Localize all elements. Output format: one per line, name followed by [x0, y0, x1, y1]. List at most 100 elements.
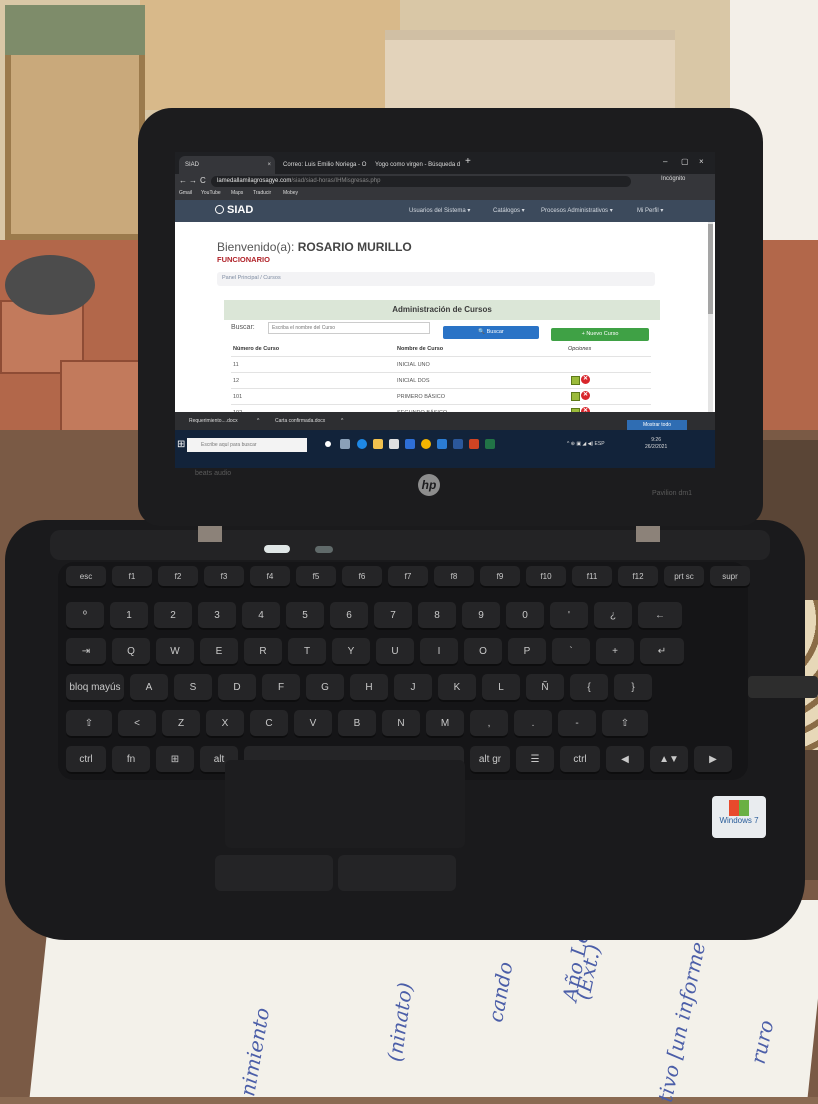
menu-usuarios[interactable]: Usuarios del Sistema ▾	[409, 207, 470, 214]
word-icon[interactable]	[453, 439, 463, 449]
keyboard-key[interactable]: f2	[158, 566, 198, 588]
keyboard-key[interactable]: {	[570, 674, 608, 702]
keyboard-key[interactable]: 1	[110, 602, 148, 630]
keyboard-key[interactable]: esc	[66, 566, 106, 588]
keyboard-key[interactable]: V	[294, 710, 332, 738]
keyboard-key[interactable]: f7	[388, 566, 428, 588]
file-explorer-icon[interactable]	[373, 439, 383, 449]
keyboard-key[interactable]: f3	[204, 566, 244, 588]
power-button[interactable]	[264, 545, 290, 553]
keyboard-key[interactable]: .	[514, 710, 552, 738]
keyboard-key[interactable]: X	[206, 710, 244, 738]
edit-icon[interactable]	[571, 376, 580, 385]
keyboard-key[interactable]: ▲▼	[650, 746, 688, 774]
keyboard-key[interactable]: ◀	[606, 746, 644, 774]
show-all-button[interactable]: Mostrar todo	[627, 420, 687, 430]
reload-icon[interactable]: C	[200, 176, 206, 185]
keyboard-key[interactable]: N	[382, 710, 420, 738]
cortana-icon[interactable]	[325, 441, 331, 447]
download-item[interactable]: Requerimiento....docx	[189, 415, 238, 427]
powerpoint-icon[interactable]	[469, 439, 479, 449]
keyboard-key[interactable]: B	[338, 710, 376, 738]
keyboard-key[interactable]: f9	[480, 566, 520, 588]
keyboard-key[interactable]: ctrl	[66, 746, 106, 774]
keyboard-key[interactable]: ,	[470, 710, 508, 738]
tab-close-icon[interactable]: ×	[267, 156, 271, 174]
keyboard-key[interactable]: G	[306, 674, 344, 702]
scrollbar-thumb[interactable]	[708, 224, 713, 314]
keyboard-key[interactable]: ctrl	[560, 746, 600, 774]
bookmark-gmail[interactable]: Gmail	[179, 190, 192, 196]
menu-mi-perfil[interactable]: Mi Perfil ▾	[637, 207, 663, 214]
keyboard-key[interactable]: ⇧	[66, 710, 112, 738]
keyboard-key[interactable]: +	[596, 638, 634, 666]
edge-icon[interactable]	[357, 439, 367, 449]
url-bar[interactable]: lamedallamilagrosagye.com/siad/siad-hora…	[211, 176, 631, 187]
keyboard-key[interactable]: ☰	[516, 746, 554, 774]
download-caret-icon[interactable]: ^	[341, 415, 343, 427]
bookmark-mobey[interactable]: Mobey	[283, 190, 298, 196]
delete-icon[interactable]: ✕	[581, 391, 590, 400]
keyboard-key[interactable]: J	[394, 674, 432, 702]
excel-icon[interactable]	[485, 439, 495, 449]
system-tray[interactable]: ^ ⊕ ▣ ◢ ◀) ESP	[567, 441, 605, 447]
back-arrow-icon[interactable]: ←	[179, 176, 187, 185]
keyboard-key[interactable]: L	[482, 674, 520, 702]
keyboard-key[interactable]: D	[218, 674, 256, 702]
browser-tab[interactable]: SIAD ×	[179, 156, 275, 174]
start-button-icon[interactable]: ⊞	[177, 439, 185, 450]
keyboard-key[interactable]: fn	[112, 746, 150, 774]
download-caret-icon[interactable]: ^	[257, 415, 259, 427]
keyboard-key[interactable]: Q	[112, 638, 150, 666]
keyboard-key[interactable]: 3	[198, 602, 236, 630]
keyboard-key[interactable]: f11	[572, 566, 612, 588]
keyboard-key[interactable]: 9	[462, 602, 500, 630]
keyboard-key[interactable]: O	[464, 638, 502, 666]
keyboard-key[interactable]: 4	[242, 602, 280, 630]
keyboard-key[interactable]: supr	[710, 566, 750, 588]
maximize-button[interactable]: ▢	[681, 157, 689, 166]
incognito-profile[interactable]: Incógnito	[661, 176, 685, 182]
keyboard-key[interactable]: ↵	[640, 638, 684, 666]
keyboard-key[interactable]: f10	[526, 566, 566, 588]
browser-tab[interactable]: Yogo como virgen - Búsqueda d	[369, 156, 461, 174]
keyboard-key[interactable]: S	[174, 674, 212, 702]
bookmark-youtube[interactable]: YouTube	[201, 190, 221, 196]
bookmark-traducir[interactable]: Traducir	[253, 190, 271, 196]
keyboard-key[interactable]: 7	[374, 602, 412, 630]
site-brand[interactable]: SIAD	[215, 204, 253, 216]
keyboard-key[interactable]: U	[376, 638, 414, 666]
keyboard-key[interactable]: }	[614, 674, 652, 702]
keyboard-key[interactable]: ⇧	[602, 710, 648, 738]
search-input[interactable]	[268, 322, 430, 334]
keyboard-key[interactable]: H	[350, 674, 388, 702]
touchpad-left-button[interactable]	[215, 855, 333, 891]
menu-catalogos[interactable]: Catálogos ▾	[493, 207, 525, 214]
delete-icon[interactable]: ✕	[581, 375, 590, 384]
browser-tab[interactable]: Correo: Luis Emilio Noriega - O	[277, 156, 367, 174]
keyboard-key[interactable]: F	[262, 674, 300, 702]
new-course-button[interactable]: + Nuevo Curso	[551, 328, 649, 341]
keyboard-key[interactable]: `	[552, 638, 590, 666]
keyboard-key[interactable]: M	[426, 710, 464, 738]
keyboard-key[interactable]: f8	[434, 566, 474, 588]
keyboard-key[interactable]: ▶	[694, 746, 732, 774]
search-button[interactable]: 🔍 Buscar	[443, 326, 539, 339]
keyboard-key[interactable]: 5	[286, 602, 324, 630]
keyboard-key[interactable]: A	[130, 674, 168, 702]
new-tab-button[interactable]: +	[465, 156, 471, 167]
mail-icon[interactable]	[405, 439, 415, 449]
keyboard-key[interactable]: Z	[162, 710, 200, 738]
keyboard-key[interactable]: bloq mayús	[66, 674, 124, 702]
keyboard-key[interactable]: 0	[506, 602, 544, 630]
keyboard-key[interactable]: ¿	[594, 602, 632, 630]
close-window-button[interactable]: ×	[699, 157, 704, 166]
keyboard-key[interactable]: C	[250, 710, 288, 738]
keyboard-key[interactable]: alt gr	[470, 746, 510, 774]
edit-icon[interactable]	[571, 392, 580, 401]
keyboard-key[interactable]: f4	[250, 566, 290, 588]
download-item[interactable]: Carta confirmada.docx	[275, 415, 325, 427]
bookmark-maps[interactable]: Maps	[231, 190, 243, 196]
taskbar-search[interactable]: Escribe aquí para buscar	[187, 438, 307, 452]
keyboard-key[interactable]: '	[550, 602, 588, 630]
